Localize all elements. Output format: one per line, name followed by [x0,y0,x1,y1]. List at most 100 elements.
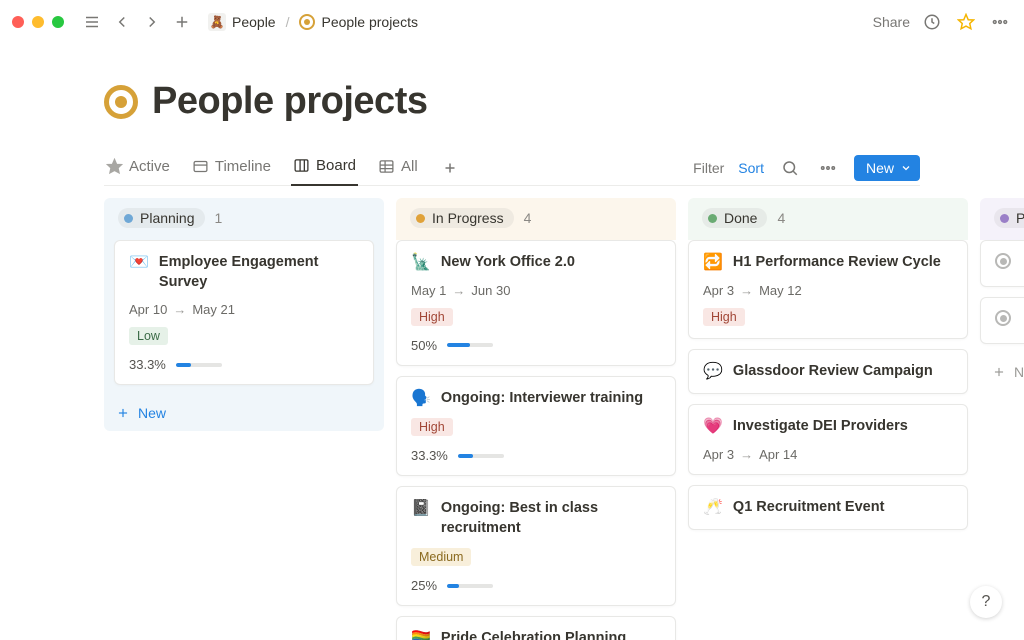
tab-all-label: All [401,158,418,175]
card[interactable]: 🗽New York Office 2.0May 1→Jun 30High50% [396,240,676,366]
column-new-button[interactable]: New [104,395,384,431]
card[interactable]: 💌Employee Engagement SurveyApr 10→May 21… [114,240,374,385]
card-title-text: Q1 Recruitment Event [733,498,885,518]
progress-label: 33.3% [129,357,166,372]
progress: 33.3% [129,357,359,372]
search-icon[interactable] [778,156,802,180]
close-window-dot[interactable] [12,16,24,28]
breadcrumb-parent-icon: 🧸 [208,13,226,31]
arrow-right-icon: → [173,302,186,317]
view-controls: Filter Sort New [693,155,920,181]
card[interactable]: 💬Glassdoor Review Campaign [688,349,968,395]
add-view-icon[interactable] [438,156,462,180]
status-chip: Pa [994,208,1024,228]
priority-badge: High [411,418,453,436]
column-label: Done [724,210,757,226]
column-label: In Progress [432,210,504,226]
breadcrumb-parent[interactable]: 🧸 People [204,11,280,33]
progress: 25% [411,578,661,593]
date-to: May 21 [192,302,235,317]
arrow-right-icon: → [740,447,753,462]
window-controls [12,16,64,28]
status-dot-icon [124,214,133,223]
column-new-button[interactable]: N [980,354,1024,390]
column-header[interactable]: Pa [990,198,1024,240]
status-dot-icon [416,214,425,223]
card-emoji: 🔁 [703,253,723,272]
date-to: Jun 30 [471,283,510,298]
sort-button[interactable]: Sort [738,160,764,176]
card[interactable]: 🏳️‍🌈Pride Celebration Planning [396,616,676,640]
status-chip: In Progress [410,208,514,228]
minimize-window-dot[interactable] [32,16,44,28]
topbar-right: Share [873,10,1012,34]
topbar: 🧸 People / People projects Share [0,0,1024,44]
tab-board[interactable]: Board [291,151,358,186]
card[interactable]: 🥂Q1 Recruitment Event [688,485,968,531]
view-more-icon[interactable] [816,156,840,180]
card-emoji: 🏳️‍🌈 [411,629,431,640]
column-label: Planning [140,210,195,226]
card-emoji: 💗 [703,417,723,436]
nav-forward-icon[interactable] [140,10,164,34]
column-planning: Planning1💌Employee Engagement SurveyApr … [104,198,384,640]
breadcrumb-current-label: People projects [321,14,418,30]
new-page-icon[interactable] [170,10,194,34]
card[interactable] [980,240,1024,287]
card[interactable]: 📓Ongoing: Best in class recruitmentMediu… [396,486,676,606]
updates-icon[interactable] [920,10,944,34]
column-count: 1 [215,210,223,226]
favorite-star-icon[interactable] [954,10,978,34]
priority-badge: High [411,308,453,326]
progress-bar [458,454,504,458]
card-dates: Apr 10→May 21 [129,302,359,317]
column-new-label: N [1014,364,1024,380]
card-title-text: Investigate DEI Providers [733,417,908,437]
card[interactable]: 🔁 H1 Performance Review Cycle Apr 3→May 12… [688,240,968,339]
column-header[interactable]: Done4 [698,198,958,240]
card[interactable] [980,297,1024,344]
new-button[interactable]: New [854,155,920,181]
tab-all[interactable]: All [376,152,420,185]
card-emoji: 💌 [129,253,149,272]
menu-icon[interactable] [80,10,104,34]
page-icon[interactable] [104,85,138,119]
card-title-text: Ongoing: Interviewer training [441,389,643,409]
breadcrumb: 🧸 People / People projects [204,11,422,33]
column-header[interactable]: Planning 1 [114,198,374,240]
card[interactable]: 🗣️Ongoing: Interviewer trainingHigh33.3% [396,376,676,477]
date-from: Apr 3 [703,283,734,298]
breadcrumb-current[interactable]: People projects [295,12,422,32]
more-icon[interactable] [988,10,1012,34]
progress-bar [447,343,493,347]
page-title[interactable]: People projects [152,80,427,123]
priority-badge: Low [129,327,168,345]
board: Planning1💌Employee Engagement SurveyApr … [0,186,1024,640]
view-tabs: Active Timeline Board All Filter Sort [104,151,920,186]
progress-label: 50% [411,338,437,353]
card-dates: Apr 3→May 12 [703,283,953,298]
zoom-window-dot[interactable] [52,16,64,28]
tab-timeline-label: Timeline [215,158,271,175]
help-button[interactable]: ? [970,586,1002,618]
card[interactable]: 💗Investigate DEI ProvidersApr 3→Apr 14 [688,404,968,475]
tab-active[interactable]: Active [104,152,172,185]
share-button[interactable]: Share [873,14,910,30]
card-dates: May 1→Jun 30 [411,283,661,298]
nav-back-icon[interactable] [110,10,134,34]
progress: 50% [411,338,661,353]
column-new-label: New [138,405,166,421]
status-dot-icon [708,214,717,223]
date-to: Apr 14 [759,447,797,462]
tab-timeline[interactable]: Timeline [190,152,273,185]
column-header[interactable]: In Progress 4 [406,198,666,240]
filter-button[interactable]: Filter [693,160,724,176]
column-count: 4 [524,210,532,226]
target-icon [299,14,315,30]
card-title-text: Glassdoor Review Campaign [733,362,933,382]
progress-label: 25% [411,578,437,593]
date-from: May 1 [411,283,446,298]
progress-bar [447,584,493,588]
card-title-text: H1 Performance Review Cycle [733,253,941,273]
new-button-label: New [866,160,894,176]
